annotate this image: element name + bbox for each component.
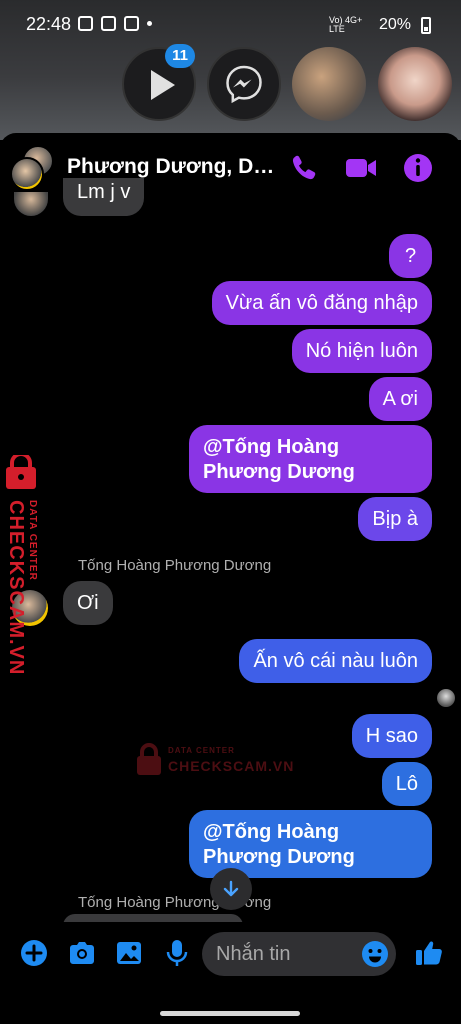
info-icon[interactable] [400,150,436,186]
outgoing-message[interactable]: ? [389,234,432,278]
outgoing-message[interactable]: A ơi [368,377,432,421]
message-text: A ơi [382,388,418,410]
read-receipt-avatar [437,689,455,707]
message-text: @Tống Hoàng Phương Dương [203,821,355,868]
battery-icon [421,16,431,34]
watermark-center: DATA CENTER CHECKSCAM.VN [136,740,296,780]
image-icon[interactable] [114,938,144,968]
outgoing-message[interactable]: @Tống Hoàng Phương Dương [189,425,432,493]
arrow-down-icon [223,880,239,897]
watermark-sub: DATA CENTER [27,500,38,581]
message-text: Ấn vô cái nàu luôn [253,650,418,672]
outgoing-message[interactable]: H sao [351,714,432,758]
outgoing-message[interactable]: Nó hiện luôn [291,329,432,373]
outgoing-message[interactable]: Vừa ấn vô đăng nhập [211,281,432,325]
lock-icon [137,743,161,775]
play-icon [151,70,175,100]
status-bar: 22:48 Vo) 4G+ LTE 20% [0,0,461,50]
scroll-to-bottom-button[interactable] [210,868,252,910]
message-text: Lô [395,773,418,795]
message-text: Ơi [77,592,99,614]
unread-badge: 11 [165,44,195,68]
message-text: Lm j v [77,181,131,203]
notification-icons [78,16,152,31]
status-right: Vo) 4G+ LTE 20% [329,16,431,34]
emoji-icon[interactable] [361,940,389,968]
messenger-chat-head[interactable] [207,47,281,121]
watermark-center-brand: CHECKSCAM.VN [168,758,295,774]
battery-text: 20% [378,16,411,33]
more-notifications-icon [147,21,152,26]
incoming-message[interactable]: Ơi [63,581,113,625]
phone-icon[interactable] [286,150,322,186]
message-text: ? [404,245,417,267]
avatar [10,157,44,191]
outgoing-message[interactable]: Bịp à [358,497,432,541]
network-indicator: Vo) 4G+ LTE [328,15,363,34]
camera-icon[interactable] [67,938,97,968]
home-indicator[interactable] [160,1011,300,1016]
message-text: @Tống Hoàng Phương Dương [203,436,355,483]
gallery-notification-icon [78,16,93,31]
watermark-brand: CHECKSCAM.VN [5,500,27,676]
incoming-message[interactable]: Lm j v [63,178,145,216]
messenger-icon [226,65,262,104]
message-text: Vừa ấn vô đăng nhập [225,292,418,314]
outgoing-message[interactable]: Lô [381,762,432,806]
outgoing-message[interactable]: Ấn vô cái nàu luôn [239,639,432,683]
sender-name: Tống Hoàng Phương Dương [78,557,272,574]
message-text: H sao [365,725,418,747]
app-notification-icon [124,16,139,31]
message-text: Bịp à [372,508,418,530]
thumbs-up-icon[interactable] [414,938,444,968]
video-icon[interactable] [343,150,379,186]
mic-icon[interactable] [162,938,192,968]
message-input-placeholder: Nhắn tin [216,943,291,965]
status-time: 22:48 [26,14,72,34]
contact-chat-head-2[interactable] [378,47,452,121]
plus-icon[interactable] [19,938,49,968]
contact-chat-head[interactable] [292,47,366,121]
mail-notification-icon [101,16,116,31]
conversation-title[interactable]: Phương Dương, Duy... [67,155,282,179]
group-avatar[interactable] [10,145,54,191]
message-text: Nó hiện luôn [305,340,418,362]
watermark-center-sub: DATA CENTER [168,746,235,755]
